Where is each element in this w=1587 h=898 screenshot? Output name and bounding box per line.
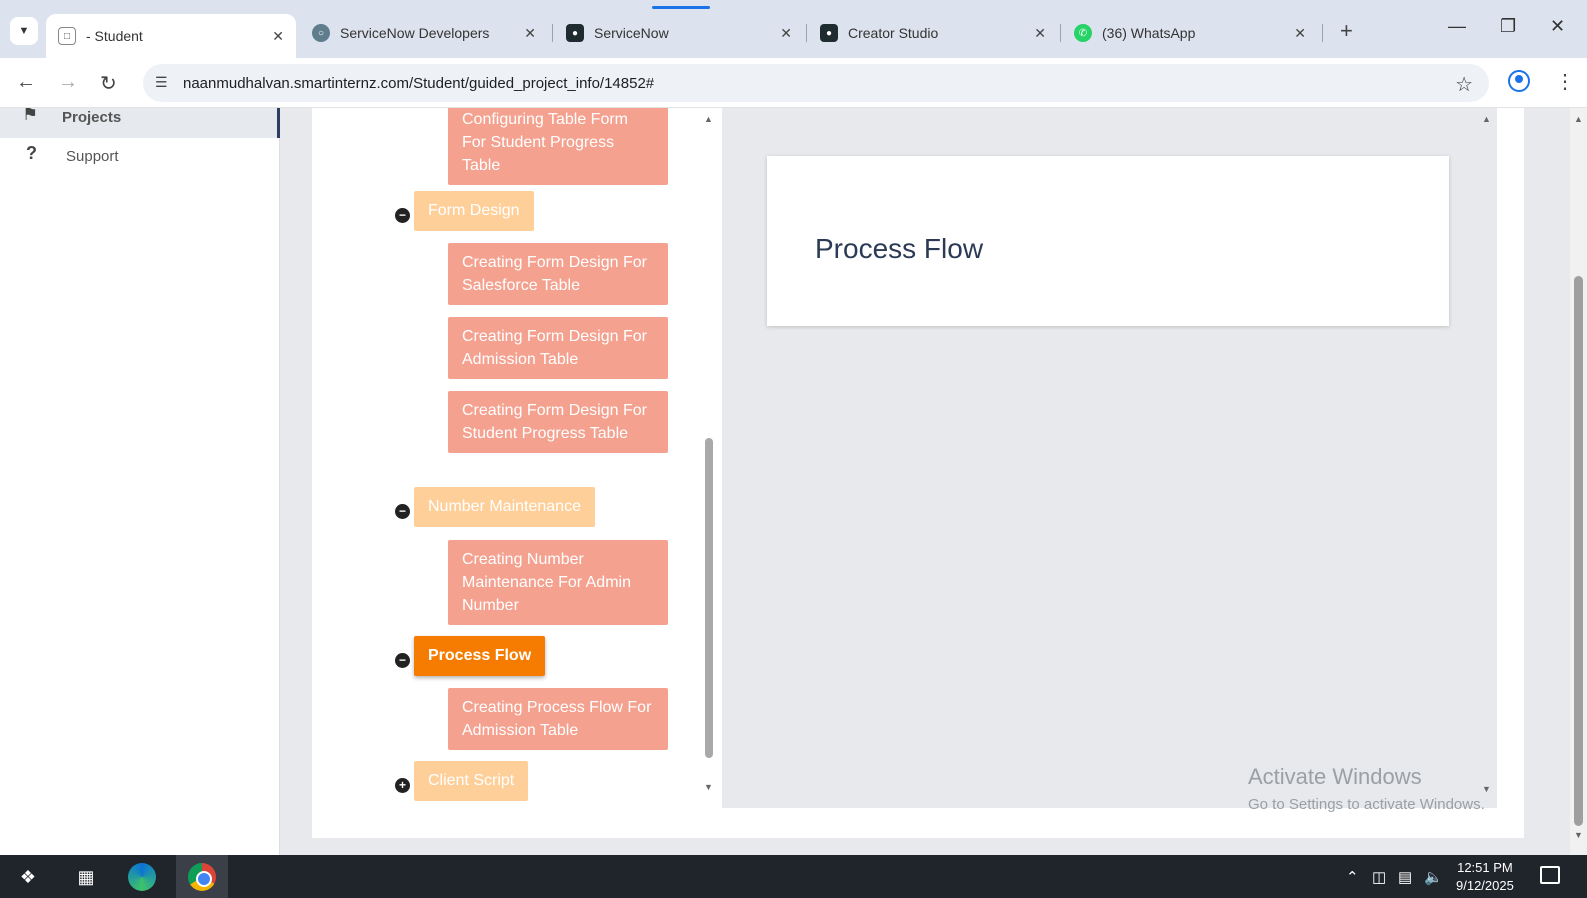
chevron-down-icon: ▼ <box>18 25 30 37</box>
whatsapp-icon: ✆ <box>1074 24 1092 42</box>
tab-creator-studio[interactable]: ● Creator Studio ✕ <box>808 14 1058 52</box>
site-settings-icon[interactable]: ☰ <box>155 74 168 91</box>
collapse-minus-icon[interactable]: − <box>395 504 410 519</box>
scroll-up-arrow-icon[interactable]: ▲ <box>704 114 713 124</box>
sidebar-item-support[interactable]: ? Support <box>0 138 278 174</box>
page-icon: □ <box>58 27 76 45</box>
window-close-icon[interactable]: ✕ <box>1550 16 1565 37</box>
scroll-down-arrow-icon[interactable]: ▼ <box>1574 830 1583 840</box>
tab-search-button[interactable]: ▼ <box>10 17 38 45</box>
collapse-minus-icon[interactable]: − <box>395 653 410 668</box>
page-scrollbar-thumb[interactable] <box>1574 276 1583 826</box>
tab-student[interactable]: □ - Student ✕ <box>46 14 296 58</box>
question-icon: ? <box>26 143 37 163</box>
windows-taskbar: ❖ ▦ ⌃ ◫ ▤ 🔈 12:51 PM 9/12/2025 <box>0 855 1587 898</box>
tree-leaf-form-design-salesforce[interactable]: Creating Form Design For Salesforce Tabl… <box>448 243 668 305</box>
servicenow-icon: ● <box>820 24 838 42</box>
scroll-up-arrow-icon[interactable]: ▲ <box>1574 114 1583 124</box>
more-vertical-icon[interactable]: ⋮ <box>1555 69 1575 94</box>
tab-separator <box>552 24 553 42</box>
tab-servicenow-developers[interactable]: ○ ServiceNow Developers ✕ <box>300 14 548 52</box>
windows-start-icon[interactable]: ❖ <box>14 863 42 891</box>
project-tree: Configuring Table Form For Student Progr… <box>312 108 722 808</box>
address-bar[interactable]: ☰ naanmudhalvan.smartinternz.com/Student… <box>143 64 1489 102</box>
restore-icon[interactable]: ❐ <box>1500 16 1516 37</box>
sidebar: ⚑ Projects ? Support <box>0 108 280 855</box>
tree-node-process-flow[interactable]: Process Flow <box>414 636 546 676</box>
tab-whatsapp[interactable]: ✆ (36) WhatsApp ✕ <box>1062 14 1318 52</box>
scroll-up-arrow-icon[interactable]: ▲ <box>1482 114 1491 124</box>
sidebar-item-projects[interactable]: ⚑ Projects <box>0 108 280 138</box>
tree-leaf-process-flow-admission[interactable]: Creating Process Flow For Admission Tabl… <box>448 688 668 750</box>
close-icon[interactable]: ✕ <box>1034 25 1046 42</box>
tree-leaf-number-maintenance-admin[interactable]: Creating Number Maintenance For Admin Nu… <box>448 540 668 625</box>
tree-scrollbar-thumb[interactable] <box>705 438 713 758</box>
back-arrow-icon[interactable]: ← <box>16 71 36 94</box>
bookmark-icon: ⚑ <box>22 108 39 124</box>
tree-leaf-configuring-table-form[interactable]: Configuring Table Form For Student Progr… <box>448 108 668 185</box>
tree-leaf-form-design-admission[interactable]: Creating Form Design For Admission Table <box>448 317 668 379</box>
tree-node-number-maintenance[interactable]: Number Maintenance <box>414 487 595 527</box>
close-icon[interactable]: ✕ <box>524 25 536 42</box>
minimize-icon[interactable]: — <box>1448 16 1466 37</box>
url-text[interactable]: naanmudhalvan.smartinternz.com/Student/g… <box>183 75 654 92</box>
servicenow-icon: ● <box>566 24 584 42</box>
browser-tab-bar: ▼ □ - Student ✕ ○ ServiceNow Developers … <box>0 0 1587 58</box>
tree-node-form-design[interactable]: Form Design <box>414 191 534 231</box>
page-scrollbar[interactable]: ▲ ▼ <box>1570 108 1587 855</box>
process-flow-card: Process Flow <box>767 156 1449 326</box>
notification-icon[interactable] <box>1540 866 1560 884</box>
close-icon[interactable]: ✕ <box>272 28 284 45</box>
battery-icon[interactable]: ◫ <box>1372 868 1386 886</box>
tree-scrollbar[interactable]: ▲ ▼ <box>702 108 716 808</box>
tree-node-client-script[interactable]: Client Script <box>414 761 529 801</box>
volume-muted-icon[interactable]: 🔈 <box>1424 868 1443 886</box>
servicenow-icon: ○ <box>312 24 330 42</box>
tree-leaf-form-design-student-progress[interactable]: Creating Form Design For Student Progres… <box>448 391 668 453</box>
page-content: ⚑ Projects ? Support Configuring Table F… <box>0 108 1587 855</box>
tray-chevron-up-icon[interactable]: ⌃ <box>1346 868 1359 886</box>
tab-separator <box>1060 24 1061 42</box>
tab-separator <box>1322 24 1323 42</box>
expand-plus-icon[interactable]: + <box>395 778 410 793</box>
scroll-down-arrow-icon[interactable]: ▼ <box>704 782 713 792</box>
bookmark-star-icon[interactable]: ☆ <box>1455 72 1473 97</box>
chrome-browser-icon[interactable] <box>176 855 228 898</box>
section-title: Process Flow <box>815 233 984 264</box>
tab-loading-indicator <box>652 6 710 9</box>
browser-toolbar: ← → ↻ ☰ naanmudhalvan.smartinternz.com/S… <box>0 58 1587 108</box>
tab-servicenow[interactable]: ● ServiceNow ✕ <box>554 14 804 52</box>
tab-separator <box>806 24 807 42</box>
network-icon[interactable]: ▤ <box>1398 868 1412 886</box>
profile-avatar-icon[interactable] <box>1508 70 1530 92</box>
detail-pane: Process Flow ▲ ▼ <box>722 108 1497 808</box>
system-clock[interactable]: 12:51 PM 9/12/2025 <box>1456 859 1514 895</box>
edge-browser-icon[interactable] <box>128 863 156 891</box>
close-icon[interactable]: ✕ <box>780 25 792 42</box>
task-view-icon[interactable]: ▦ <box>72 863 100 891</box>
collapse-minus-icon[interactable]: − <box>395 208 410 223</box>
chrome-logo-icon <box>188 862 216 891</box>
close-icon[interactable]: ✕ <box>1294 25 1306 42</box>
reload-icon[interactable]: ↻ <box>100 71 117 96</box>
forward-arrow-icon[interactable]: → <box>58 71 78 94</box>
activate-windows-watermark: Activate Windows Go to Settings to activ… <box>1248 764 1485 813</box>
new-tab-plus-icon[interactable]: + <box>1340 18 1353 44</box>
